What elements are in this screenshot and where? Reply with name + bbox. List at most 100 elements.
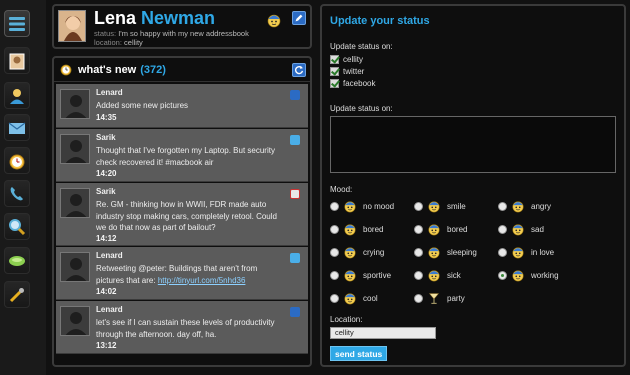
feed-link[interactable]: http://tinyurl.com/5nhd36 [158,276,246,285]
status-textarea[interactable] [330,116,616,173]
network-label: facebook [343,79,376,88]
mood-option[interactable]: party [414,291,465,305]
radio-button[interactable] [330,201,339,211]
mood-sick-icon [428,270,440,282]
menu-button[interactable] [4,10,30,37]
user-placeholder-icon [65,312,87,335]
mood-option[interactable]: crying [330,245,384,259]
feed-author: Lenard [96,88,123,97]
sidebar-rail [0,0,46,375]
feed-item[interactable]: Lenard let's see if I can sustain these … [56,301,308,354]
clock-icon [60,64,72,75]
user-icon [10,88,24,104]
feed-time: 14:12 [96,234,117,243]
checkbox[interactable] [330,79,339,88]
mood-option[interactable]: no mood [330,199,394,213]
tools-button[interactable] [4,281,30,308]
timer-icon [9,154,25,169]
status-text-label: Update status on: [330,104,393,113]
mood-bored-icon [344,224,356,236]
mood-option[interactable]: working [498,268,559,282]
mood-working-icon [512,270,524,282]
network-facebook-checkbox[interactable]: facebook [330,79,375,88]
chat-icon [9,255,25,266]
radio-button[interactable] [414,224,423,234]
mail-button[interactable] [4,114,30,141]
feed-item[interactable]: Lenard Retweeting @peter: Buildings that… [56,247,308,300]
checkbox[interactable] [330,67,339,76]
feed-item[interactable]: Sarik Thought that I've forgotten my Lap… [56,129,308,182]
location-input[interactable]: cellity [330,327,436,339]
checkbox[interactable] [330,55,339,64]
mood-option[interactable]: bored [414,222,467,236]
mood-crying-icon [344,247,356,259]
radio-button[interactable] [498,224,507,234]
status-label: status: [94,29,117,38]
radio-button[interactable] [414,247,423,257]
edit-profile-button[interactable] [292,11,306,25]
radio-button[interactable] [498,270,507,280]
mood-bored-icon [428,224,440,236]
radio-button[interactable] [414,270,423,280]
search-button[interactable] [4,213,30,240]
radio-button[interactable] [330,270,339,280]
avatar [60,306,90,336]
radio-button[interactable] [498,201,507,211]
refresh-button[interactable] [292,63,306,77]
mood-label: sick [447,270,461,280]
contact-card-icon [9,53,25,69]
mood-label: angry [531,201,552,211]
profile-header: Lena Newman status: I'm so happy with my… [52,4,312,49]
mood-option[interactable]: smile [414,199,466,213]
mood-option[interactable]: bored [330,222,383,236]
radio-button[interactable] [330,293,339,303]
network-label: twitter [343,67,365,76]
radio-button[interactable] [414,293,423,303]
feed-text: Retweeting @peter: Buildings that aren't… [96,264,258,285]
send-status-button[interactable]: send status [330,346,388,361]
mood-angry-icon [512,201,524,213]
mood-option[interactable]: sick [414,268,461,282]
mood-label: no mood [363,201,395,211]
mood-option[interactable]: in love [498,245,554,259]
mood-sleeping-icon [428,247,440,259]
google-icon [290,189,300,199]
feed-author: Lenard [96,305,123,314]
location-text: cellity [124,38,143,47]
timer-button[interactable] [4,147,30,174]
avatar [60,188,90,218]
avatar [60,89,90,119]
mood-party-icon [429,293,439,304]
radio-button[interactable] [330,224,339,234]
user-placeholder-icon [65,95,87,118]
mood-option[interactable]: sad [498,222,544,236]
mood-option[interactable]: angry [498,199,551,213]
feed-item[interactable]: Sarik Re. GM - thinking how in WWII, FDR… [56,183,308,246]
contact-card-button[interactable] [4,47,30,74]
user-placeholder-icon [65,258,87,281]
chat-button[interactable] [4,247,30,274]
mood-option[interactable]: cool [330,291,378,305]
mood-sportive-icon [344,270,356,282]
profile-photo [58,10,86,42]
phone-button[interactable] [4,180,30,207]
radio-button[interactable] [330,247,339,257]
status-text: I'm so happy with my new addressbook [118,29,249,38]
mood-option[interactable]: sportive [330,268,391,282]
mood-label: cool [363,293,378,303]
feed-item[interactable]: Lenard Added some new pictures 14:35 [56,84,308,128]
network-twitter-checkbox[interactable]: twitter [330,67,364,76]
user-button[interactable] [4,82,30,109]
feed-author: Sarik [96,187,116,196]
mood-option[interactable]: sleeping [414,245,477,259]
mood-working-icon [267,14,281,28]
search-icon [9,218,26,235]
profile-last-name: Newman [141,8,216,28]
location-field-label: Location: [330,315,363,324]
mood-label: in love [531,247,555,257]
network-cellity-checkbox[interactable]: cellity [330,55,363,64]
radio-button[interactable] [414,201,423,211]
radio-button[interactable] [498,247,507,257]
mood-in-love-icon [512,247,524,259]
profile-name: Lena Newman [94,8,215,29]
